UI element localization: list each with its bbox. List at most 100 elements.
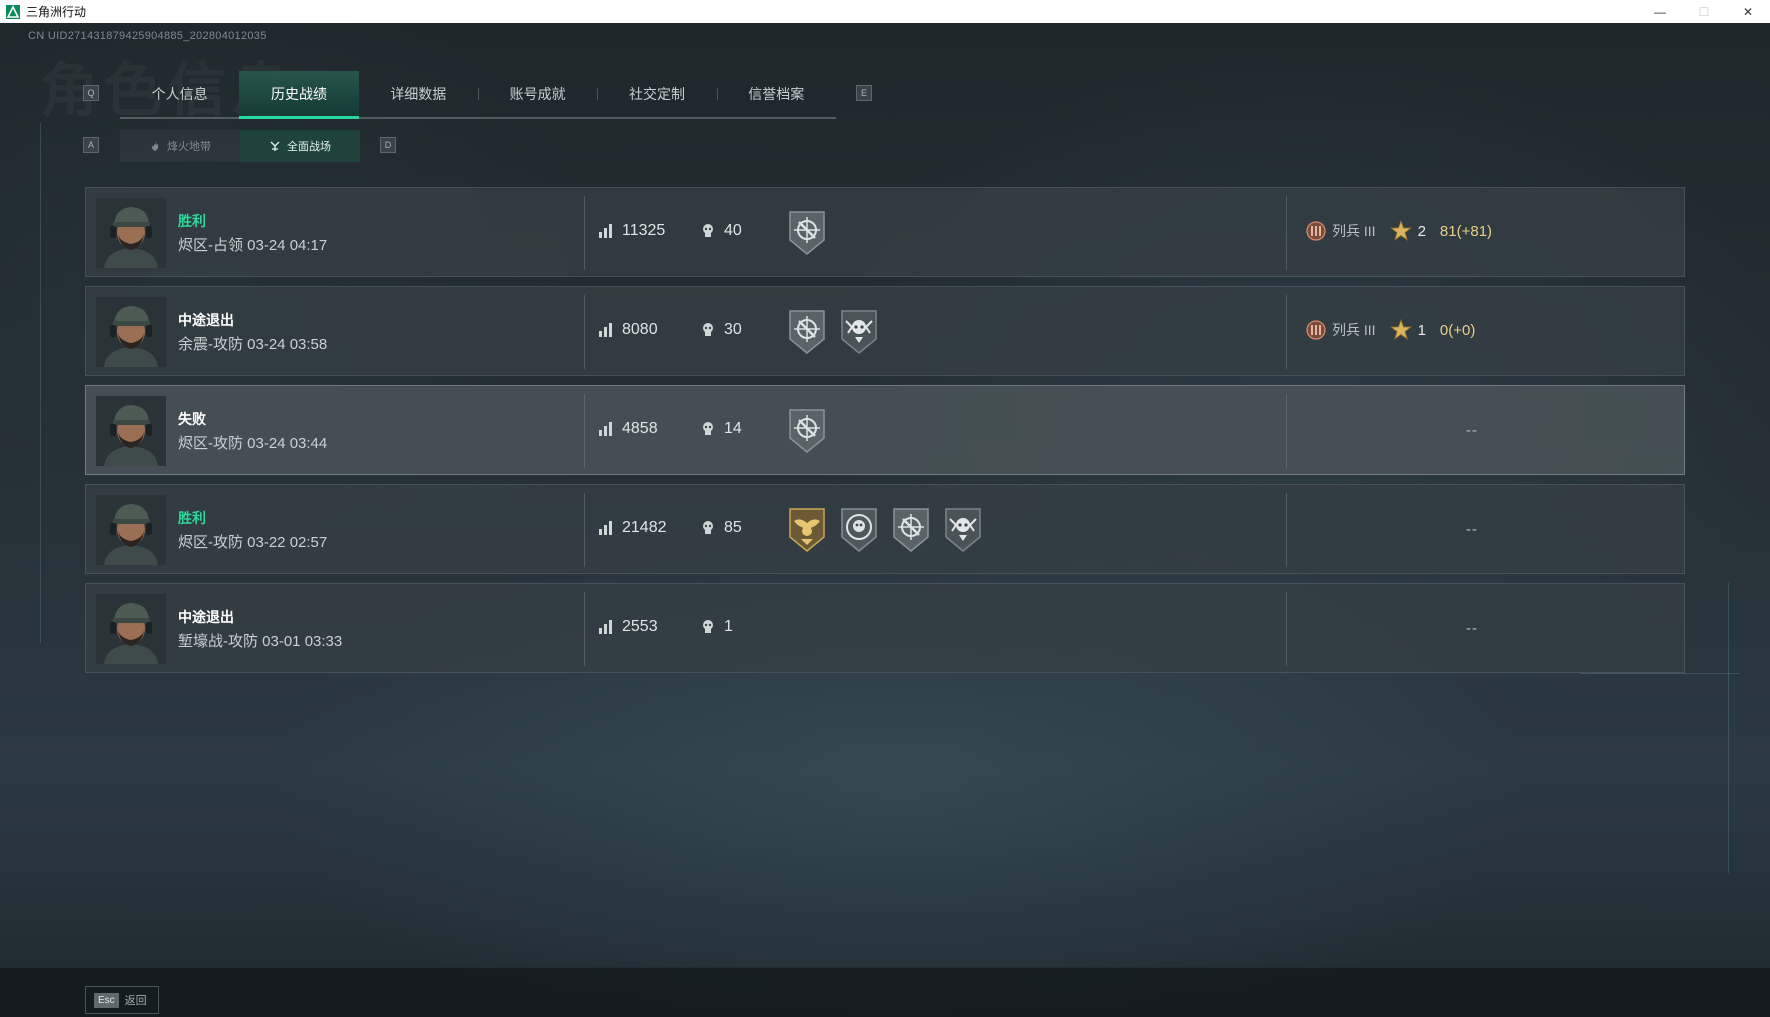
score-bars-icon (599, 620, 612, 634)
back-button[interactable]: Esc 返回 (85, 986, 159, 1014)
score-value: 2553 (622, 618, 658, 635)
match-kills: 1 (700, 618, 733, 636)
battlefield-icon (270, 141, 280, 151)
kills-value: 40 (724, 222, 742, 239)
subtab-next-key[interactable]: D (380, 137, 396, 153)
kills-value: 30 (724, 321, 742, 338)
match-history-list: 胜利 烬区-占领 03-24 04:17 11325 40 列兵 III 2 8… (85, 187, 1685, 682)
app-logo-icon (6, 4, 20, 19)
star-level-icon (1389, 319, 1412, 341)
player-uid: CN UID2714318794259048​85_202804012035 (28, 30, 267, 42)
tab-match-history[interactable]: 历史战绩 (239, 71, 359, 119)
match-row[interactable]: 中途退出 堑壕战-攻防 03-01 03:33 2553 1 -- (85, 583, 1685, 673)
kills-skull-icon (703, 422, 713, 435)
match-row[interactable]: 中途退出 余震-攻防 03-24 03:58 8080 30 列兵 III 1 … (85, 286, 1685, 376)
window-title: 三角洲行动 (26, 5, 87, 19)
match-score: 21482 (598, 519, 667, 537)
row-divider (1286, 493, 1287, 567)
tab-next-key[interactable]: E (856, 85, 872, 101)
row-divider (584, 592, 585, 666)
row-divider (1286, 295, 1287, 369)
kills-value: 85 (724, 519, 742, 536)
match-score: 2553 (598, 618, 658, 636)
match-outcome: 失败 (178, 411, 206, 427)
match-outcome: 胜利 (178, 213, 206, 229)
match-info: 烬区-攻防 03-24 03:44 (178, 435, 328, 452)
kills-skull-icon (703, 323, 713, 336)
mode-subtabs: 烽火地带 全面战场 (120, 130, 360, 162)
tab-personal-info[interactable]: 个人信息 (120, 71, 239, 117)
row-divider (1286, 394, 1287, 468)
subtab-hazard-zone[interactable]: 烽火地带 (120, 130, 240, 162)
operator-avatar (96, 297, 166, 367)
match-outcome: 胜利 (178, 510, 206, 526)
tab-social[interactable]: 社交定制 (597, 71, 716, 117)
score-bars-icon (599, 323, 612, 337)
tab-prev-key[interactable]: Q (83, 85, 99, 101)
match-info: 烬区-占领 03-24 04:17 (178, 237, 328, 254)
no-rank-placeholder: -- (1466, 422, 1478, 439)
match-badges (786, 505, 984, 553)
operator-avatar (96, 198, 166, 268)
footer-bar: Esc 返回 (0, 967, 1770, 1017)
close-button[interactable]: ✕ (1726, 0, 1770, 23)
flame-zone-icon (151, 141, 159, 151)
operator-avatar (96, 594, 166, 664)
minimize-button[interactable]: — (1638, 0, 1682, 23)
subtab-prev-key[interactable]: A (83, 137, 99, 153)
row-divider (584, 196, 585, 270)
match-score: 8080 (598, 321, 658, 339)
subtab-battlefield[interactable]: 全面战场 (240, 130, 360, 162)
match-score: 4858 (598, 420, 658, 438)
row-divider (584, 394, 585, 468)
rank-private-iii-icon (1306, 320, 1326, 340)
match-badges (786, 208, 828, 256)
score-value: 11325 (622, 222, 666, 239)
operator-avatar (96, 495, 166, 565)
rank-progress: 列兵 III 2 81(+81) (1306, 220, 1492, 242)
crosshair-badge-icon (893, 508, 929, 552)
match-row[interactable]: 胜利 烬区-攻防 03-22 02:57 21482 85 -- (85, 484, 1685, 574)
no-rank-placeholder: -- (1466, 521, 1478, 538)
crosshair-badge-icon (789, 409, 825, 453)
kills-skull-icon (703, 224, 713, 237)
rank-name: 列兵 III (1332, 223, 1376, 239)
match-row[interactable]: 失败 烬区-攻防 03-24 03:44 4858 14 -- (85, 385, 1685, 475)
kills-value: 14 (724, 420, 742, 437)
kills-value: 1 (724, 618, 733, 635)
gold-eagle-badge-icon (789, 508, 825, 552)
no-rank-placeholder: -- (1466, 620, 1478, 637)
match-badges (786, 406, 828, 454)
row-divider (584, 493, 585, 567)
match-kills: 14 (700, 420, 742, 438)
tab-achievements[interactable]: 账号成就 (477, 71, 597, 117)
rank-level: 1 (1417, 321, 1426, 339)
star-level-icon (1389, 220, 1412, 242)
maximize-button[interactable]: ☐ (1682, 0, 1726, 23)
skull-wing-badge-icon (841, 310, 877, 354)
match-badges (786, 307, 880, 355)
rank-private-iii-icon (1306, 221, 1326, 241)
score-value: 21482 (622, 519, 667, 536)
skull-ring-badge-icon (841, 508, 877, 552)
match-info: 余震-攻防 03-24 03:58 (178, 336, 328, 353)
row-divider (1286, 592, 1287, 666)
tab-reputation[interactable]: 信誉档案 (716, 71, 836, 117)
game-window: 角色信息 CN UID2714318794259048​85_202804012… (0, 23, 1770, 1017)
rank-points: 0(+0) (1439, 321, 1476, 339)
kills-skull-icon (703, 620, 713, 633)
crosshair-badge-icon (789, 310, 825, 354)
rank-name: 列兵 III (1332, 322, 1376, 338)
match-row[interactable]: 胜利 烬区-占领 03-24 04:17 11325 40 列兵 III 2 8… (85, 187, 1685, 277)
operator-avatar (96, 396, 166, 466)
match-info: 堑壕战-攻防 03-01 03:33 (178, 633, 343, 650)
main-tabs: 个人信息 历史战绩 详细数据 账号成就 社交定制 信誉档案 (120, 71, 836, 119)
match-kills: 40 (700, 222, 742, 240)
crosshair-badge-icon (789, 211, 825, 255)
row-divider (1286, 196, 1287, 270)
rank-level: 2 (1417, 222, 1426, 240)
rank-points: 81(+81) (1439, 222, 1493, 240)
kills-skull-icon (703, 521, 713, 534)
row-divider (584, 295, 585, 369)
tab-detailed-data[interactable]: 详细数据 (359, 71, 478, 117)
